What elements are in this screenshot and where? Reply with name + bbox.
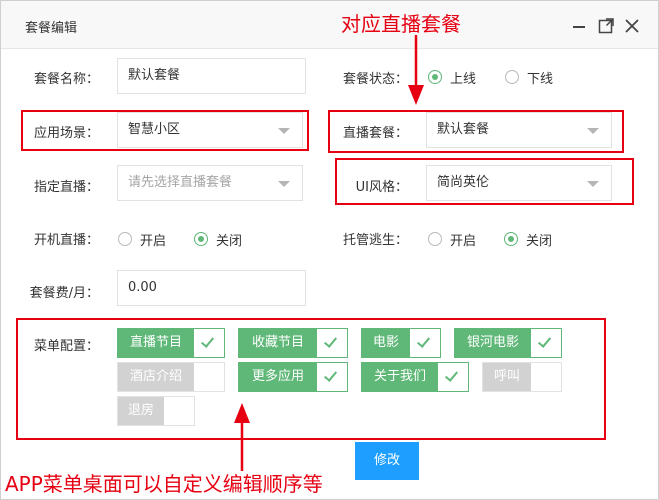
edit-package-dialog: 套餐编辑 套餐名称： 默认套餐 套餐状态： 上线 下线 应用场景： 智慧小区 直…: [0, 0, 659, 500]
ui-style-value: 简尚英伦: [437, 175, 490, 190]
escape-off-radio[interactable]: 关闭: [504, 230, 564, 249]
menu-item-label: 直播节目: [118, 329, 194, 357]
radio-label: 开启: [140, 234, 167, 249]
submit-button[interactable]: 修改: [355, 442, 419, 480]
minimize-icon[interactable]: [572, 18, 588, 34]
escape-label: 托管逃生：: [342, 233, 408, 248]
boot-live-label: 开机直播：: [33, 233, 99, 248]
app-scene-value: 智慧小区: [128, 122, 181, 137]
annotation-text-bottom: APP菜单桌面可以自定义编辑顺序等: [5, 472, 323, 496]
toggle-off-box: [194, 363, 224, 391]
app-scene-select[interactable]: 智慧小区: [117, 112, 303, 148]
live-package-value: 默认套餐: [437, 122, 490, 137]
maximize-icon[interactable]: [598, 18, 614, 34]
menu-item-label: 关于我们: [362, 363, 438, 391]
radio-checked-icon: [194, 232, 208, 246]
menu-toggle-hotel-intro[interactable]: 酒店介绍: [117, 362, 225, 392]
package-name-label: 套餐名称：: [33, 72, 99, 87]
menu-item-label: 退房: [118, 397, 164, 425]
assign-live-label: 指定直播：: [33, 180, 99, 195]
escape-on-radio[interactable]: 开启: [428, 230, 488, 249]
check-icon: [410, 329, 440, 357]
radio-unchecked-icon: [428, 232, 442, 246]
radio-unchecked-icon: [118, 232, 132, 246]
annotation-text-top: 对应直播套餐: [341, 12, 461, 36]
dialog-title: 套餐编辑: [25, 21, 78, 36]
menu-toggle-galaxy-movies[interactable]: 银河电影: [454, 328, 562, 358]
dropdown-arrow-icon: [587, 181, 599, 187]
arrow-up-icon: [234, 403, 250, 471]
package-status-label: 套餐状态：: [342, 72, 408, 87]
menu-toggle-more-apps[interactable]: 更多应用: [238, 362, 348, 392]
status-offline-radio[interactable]: 下线: [505, 68, 565, 87]
check-icon: [317, 363, 347, 391]
arrow-down-icon: [408, 35, 424, 105]
radio-label: 开启: [450, 234, 477, 249]
check-icon: [317, 329, 347, 357]
boot-live-on-radio[interactable]: 开启: [118, 230, 178, 249]
fee-label: 套餐费/月：: [29, 286, 99, 301]
assign-live-select[interactable]: 请先选择直播套餐: [117, 165, 303, 201]
package-name-input[interactable]: 默认套餐: [117, 58, 306, 94]
live-package-label: 直播套餐：: [342, 126, 408, 141]
dropdown-arrow-icon: [278, 128, 290, 134]
radio-unchecked-icon: [505, 70, 519, 84]
menu-toggle-checkout[interactable]: 退房: [117, 396, 195, 426]
check-icon: [194, 329, 224, 357]
menu-item-label: 电影: [362, 329, 410, 357]
dropdown-arrow-icon: [278, 181, 290, 187]
check-icon: [531, 329, 561, 357]
radio-label: 下线: [527, 72, 554, 87]
menu-item-label: 收藏节目: [239, 329, 317, 357]
close-icon[interactable]: [624, 18, 640, 34]
menu-item-label: 酒店介绍: [118, 363, 194, 391]
ui-style-label: UI风格：: [355, 180, 408, 195]
assign-live-placeholder: 请先选择直播套餐: [128, 175, 233, 190]
toggle-off-box: [531, 363, 561, 391]
radio-checked-icon: [428, 70, 442, 84]
toggle-off-box: [164, 397, 194, 425]
menu-item-label: 呼叫: [483, 363, 531, 391]
ui-style-select[interactable]: 简尚英伦: [426, 165, 612, 201]
fee-input[interactable]: 0.00: [117, 270, 306, 306]
boot-live-off-radio[interactable]: 关闭: [194, 230, 254, 249]
status-online-radio[interactable]: 上线: [428, 68, 488, 87]
menu-toggle-call[interactable]: 呼叫: [482, 362, 562, 392]
check-icon: [438, 363, 468, 391]
menu-config-label: 菜单配置：: [33, 339, 99, 354]
dropdown-arrow-icon: [587, 128, 599, 134]
radio-label: 上线: [450, 72, 477, 87]
live-package-select[interactable]: 默认套餐: [426, 112, 612, 148]
menu-toggle-movies[interactable]: 电影: [361, 328, 441, 358]
radio-checked-icon: [504, 232, 518, 246]
menu-toggle-favorites[interactable]: 收藏节目: [238, 328, 348, 358]
radio-label: 关闭: [216, 234, 243, 249]
app-scene-label: 应用场景：: [33, 126, 99, 141]
menu-toggle-about-us[interactable]: 关于我们: [361, 362, 469, 392]
menu-item-label: 更多应用: [239, 363, 317, 391]
radio-label: 关闭: [526, 234, 553, 249]
menu-toggle-live[interactable]: 直播节目: [117, 328, 225, 358]
dialog-titlebar: 套餐编辑: [1, 1, 658, 49]
menu-item-label: 银河电影: [455, 329, 531, 357]
